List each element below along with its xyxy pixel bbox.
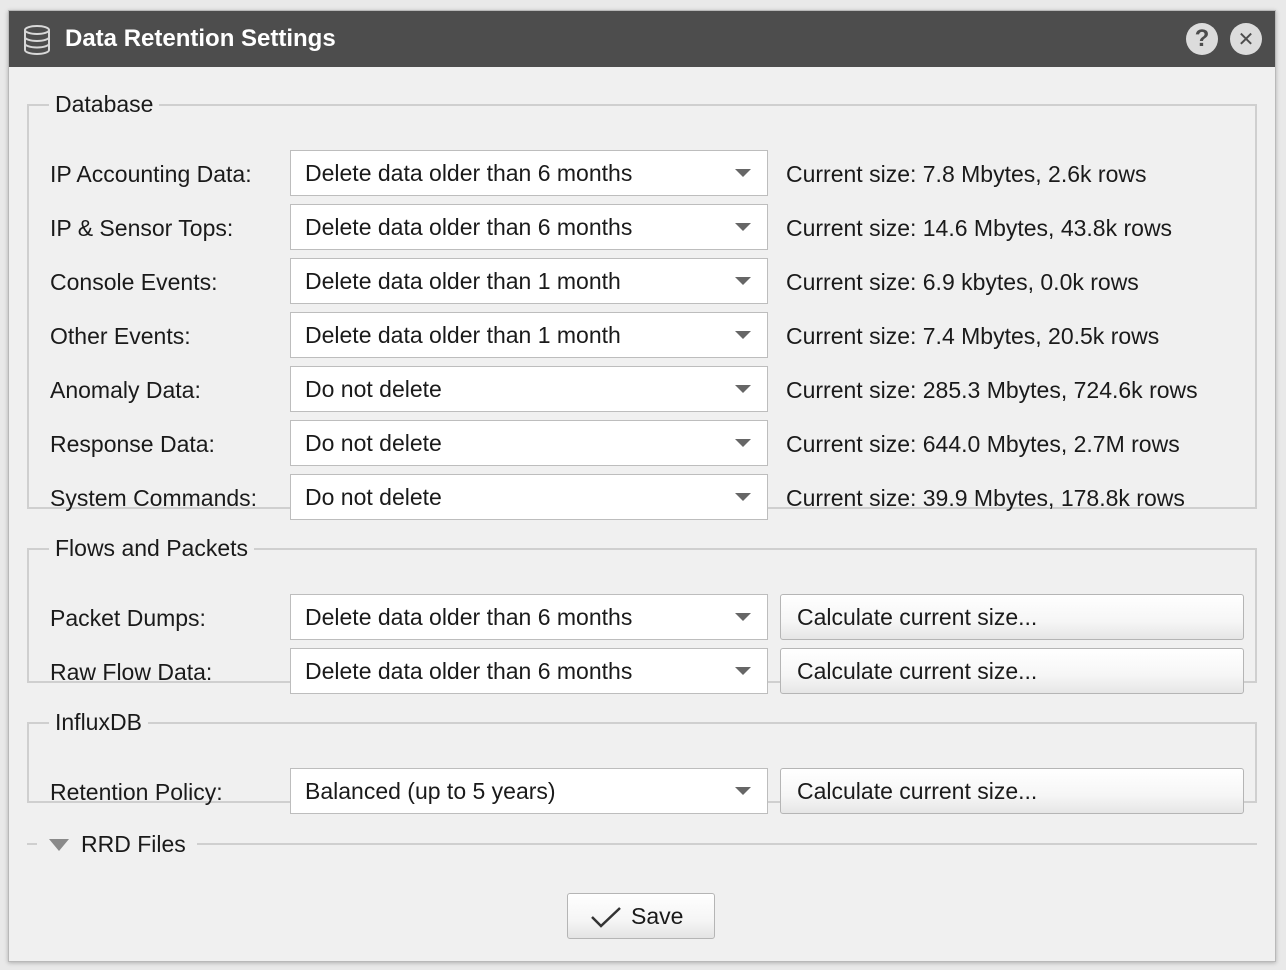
database-section: Database IP Accounting Data: Delete data… bbox=[27, 91, 1257, 520]
row-raw-flow-data: Raw Flow Data: Delete data older than 6 … bbox=[29, 648, 1255, 696]
select-value: Delete data older than 6 months bbox=[305, 658, 633, 684]
select-value: Balanced (up to 5 years) bbox=[305, 778, 556, 804]
flows-packets-section: Flows and Packets Packet Dumps: Delete d… bbox=[27, 535, 1257, 694]
close-button[interactable]: ✕ bbox=[1230, 23, 1262, 55]
retention-select[interactable]: Delete data older than 6 months bbox=[290, 150, 768, 196]
retention-select[interactable]: Delete data older than 1 month bbox=[290, 258, 768, 304]
current-size: Current size: 6.9 kbytes, 0.0k rows bbox=[786, 269, 1139, 295]
row-label: IP Accounting Data: bbox=[50, 161, 252, 187]
row-response-data: Response Data: Do not delete Current siz… bbox=[29, 420, 1255, 468]
database-icon bbox=[24, 25, 50, 55]
divider bbox=[27, 843, 37, 845]
row-label: Response Data: bbox=[50, 431, 215, 457]
chevron-down-icon bbox=[735, 787, 751, 795]
chevron-down-icon bbox=[735, 223, 751, 231]
current-size: Current size: 7.8 Mbytes, 2.6k rows bbox=[786, 161, 1147, 187]
select-value: Delete data older than 6 months bbox=[305, 160, 633, 186]
calculate-size-button[interactable]: Calculate current size... bbox=[780, 648, 1244, 694]
triangle-down-icon[interactable] bbox=[49, 839, 69, 851]
row-anomaly-data: Anomaly Data: Do not delete Current size… bbox=[29, 366, 1255, 414]
current-size: Current size: 285.3 Mbytes, 724.6k rows bbox=[786, 377, 1198, 403]
chevron-down-icon bbox=[735, 385, 751, 393]
row-label: Console Events: bbox=[50, 269, 218, 295]
retention-select[interactable]: Do not delete bbox=[290, 366, 768, 412]
chevron-down-icon bbox=[735, 439, 751, 447]
retention-select[interactable]: Delete data older than 6 months bbox=[290, 204, 768, 250]
calculate-size-button[interactable]: Calculate current size... bbox=[780, 594, 1244, 640]
influxdb-legend: InfluxDB bbox=[55, 709, 142, 735]
rrd-files-section: RRD Files bbox=[27, 829, 1257, 859]
select-value: Delete data older than 6 months bbox=[305, 604, 633, 630]
help-button[interactable]: ? bbox=[1186, 23, 1218, 55]
database-legend: Database bbox=[55, 91, 154, 117]
data-retention-dialog: Data Retention Settings ? ✕ Database IP … bbox=[8, 10, 1276, 962]
select-value: Delete data older than 6 months bbox=[305, 214, 633, 240]
select-value: Do not delete bbox=[305, 430, 442, 456]
select-value: Delete data older than 1 month bbox=[305, 322, 621, 348]
row-other-events: Other Events: Delete data older than 1 m… bbox=[29, 312, 1255, 360]
help-icon: ? bbox=[1194, 25, 1210, 52]
close-icon: ✕ bbox=[1237, 28, 1255, 51]
flows-legend: Flows and Packets bbox=[55, 535, 249, 561]
current-size: Current size: 7.4 Mbytes, 20.5k rows bbox=[786, 323, 1160, 349]
current-size: Current size: 39.9 Mbytes, 178.8k rows bbox=[786, 485, 1185, 511]
chevron-down-icon bbox=[735, 667, 751, 675]
row-label: Other Events: bbox=[50, 323, 191, 349]
chevron-down-icon bbox=[735, 169, 751, 177]
row-label: Retention Policy: bbox=[50, 779, 223, 805]
row-label: Raw Flow Data: bbox=[50, 659, 213, 685]
divider bbox=[197, 843, 1257, 845]
retention-policy-select[interactable]: Balanced (up to 5 years) bbox=[290, 768, 768, 814]
current-size: Current size: 14.6 Mbytes, 43.8k rows bbox=[786, 215, 1173, 241]
influxdb-section: InfluxDB Retention Policy: Balanced (up … bbox=[27, 709, 1257, 814]
row-retention-policy: Retention Policy: Balanced (up to 5 year… bbox=[29, 768, 1255, 816]
retention-select[interactable]: Do not delete bbox=[290, 474, 768, 520]
select-value: Do not delete bbox=[305, 376, 442, 402]
save-label: Save bbox=[631, 903, 684, 929]
row-ip-accounting: IP Accounting Data: Delete data older th… bbox=[29, 150, 1255, 198]
title-bar: Data Retention Settings ? ✕ bbox=[9, 11, 1275, 67]
current-size: Current size: 644.0 Mbytes, 2.7M rows bbox=[786, 431, 1180, 457]
retention-select[interactable]: Delete data older than 6 months bbox=[290, 648, 768, 694]
dialog-title: Data Retention Settings bbox=[65, 25, 336, 52]
calculate-size-button[interactable]: Calculate current size... bbox=[780, 768, 1244, 814]
retention-select[interactable]: Do not delete bbox=[290, 420, 768, 466]
retention-select[interactable]: Delete data older than 6 months bbox=[290, 594, 768, 640]
chevron-down-icon bbox=[735, 493, 751, 501]
row-ip-sensor-tops: IP & Sensor Tops: Delete data older than… bbox=[29, 204, 1255, 252]
retention-select[interactable]: Delete data older than 1 month bbox=[290, 312, 768, 358]
chevron-down-icon bbox=[735, 277, 751, 285]
row-console-events: Console Events: Delete data older than 1… bbox=[29, 258, 1255, 306]
rrd-files-toggle[interactable]: RRD Files bbox=[81, 829, 186, 859]
row-system-commands: System Commands: Do not delete Current s… bbox=[29, 474, 1255, 522]
checkmark-icon bbox=[591, 907, 621, 928]
chevron-down-icon bbox=[735, 613, 751, 621]
save-button[interactable]: Save bbox=[567, 893, 715, 939]
row-packet-dumps: Packet Dumps: Delete data older than 6 m… bbox=[29, 594, 1255, 642]
select-value: Do not delete bbox=[305, 484, 442, 510]
row-label: System Commands: bbox=[50, 485, 258, 511]
row-label: Packet Dumps: bbox=[50, 605, 206, 631]
row-label: Anomaly Data: bbox=[50, 377, 201, 403]
chevron-down-icon bbox=[735, 331, 751, 339]
row-label: IP & Sensor Tops: bbox=[50, 215, 234, 241]
select-value: Delete data older than 1 month bbox=[305, 268, 621, 294]
